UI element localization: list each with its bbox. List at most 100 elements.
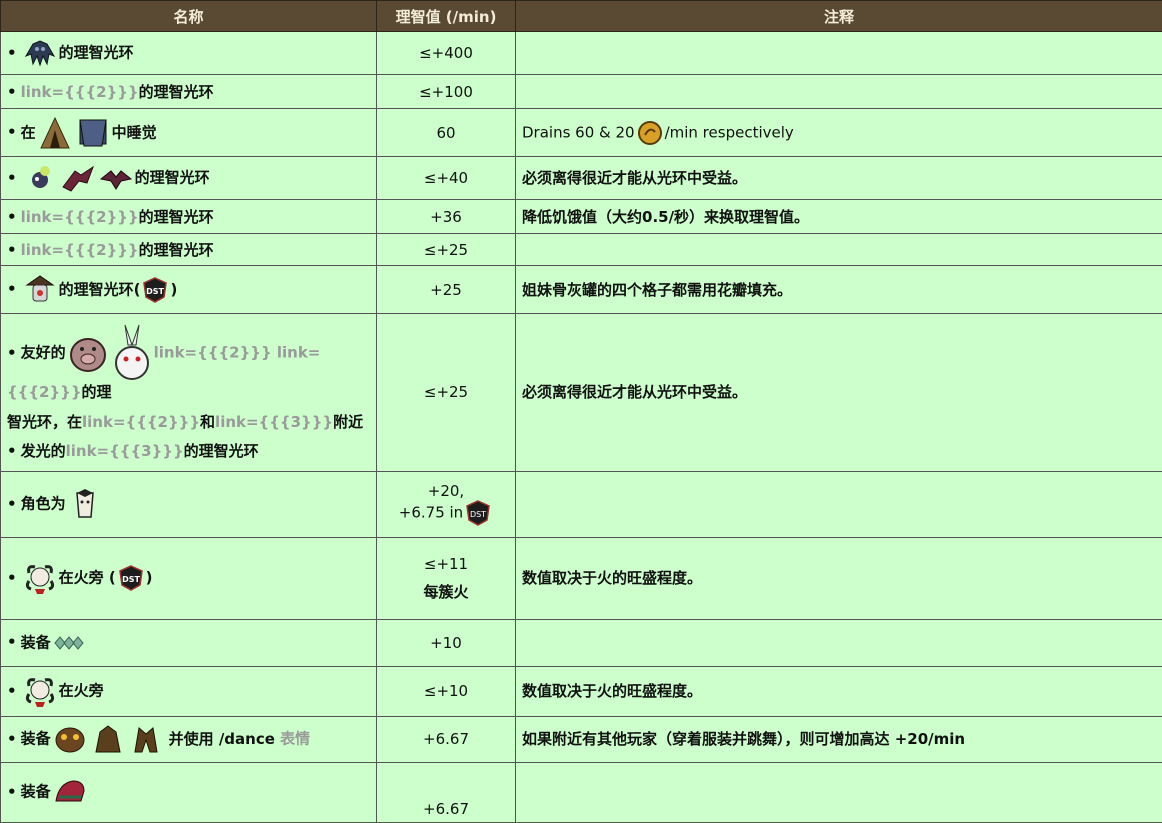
table-row: •在中睡觉 60 Drains 60 & 20/min respectively xyxy=(1,109,1162,157)
row-prefix: 角色为 xyxy=(21,495,66,513)
table-row: •在火旁 (DST) ≤+11 每簇火 数值取决于火的旺盛程度。 xyxy=(1,537,1162,619)
template-link[interactable]: link={{{2}}} xyxy=(82,413,200,431)
row-text: 智光环，在 xyxy=(7,413,82,431)
name-cell: •在火旁 (DST) xyxy=(1,537,377,619)
template-link[interactable]: link={{{3}}} xyxy=(215,413,333,431)
batilisk-icon[interactable] xyxy=(99,161,133,195)
svg-text:DST: DST xyxy=(122,575,140,584)
bullet: • xyxy=(7,123,17,141)
table-row: •的理智光环 ≤+400 xyxy=(1,32,1162,75)
table-row: •角色为 +20, +6.75 inDST xyxy=(1,471,1162,537)
value-cell: +6.67 xyxy=(377,762,516,822)
sisturn-icon[interactable] xyxy=(23,273,57,307)
row-text: 在火旁 xyxy=(59,682,104,700)
name-cell: •装备 并使用 /dance 表情 xyxy=(1,716,377,762)
template-link[interactable]: link={{{3}}} xyxy=(66,442,184,460)
header-note[interactable]: 注释 xyxy=(516,1,1162,32)
row-text: 的理智光环 xyxy=(139,241,214,259)
tent-icon[interactable] xyxy=(38,116,72,150)
table-row: •的理智光环(DST) +25 姐妹骨灰罐的四个格子都需用花瓣填充。 xyxy=(1,266,1162,314)
row-suffix: 的理智光环 xyxy=(184,442,259,460)
template-link[interactable]: link={{{2}}} xyxy=(21,83,139,101)
note-cell: 必须离得很近才能从光环中受益。 xyxy=(516,314,1162,472)
value-cell: 60 xyxy=(377,109,516,157)
template-link[interactable]: link={{{2}}} xyxy=(154,344,272,362)
costume-legs-icon[interactable] xyxy=(129,722,163,756)
header-name[interactable]: 名称 xyxy=(1,1,377,32)
name-cell: •角色为 xyxy=(1,471,377,537)
note-text-a: Drains 60 & 20 xyxy=(522,123,635,141)
glommer-icon[interactable] xyxy=(23,161,57,195)
value-cell: +10 xyxy=(377,619,516,666)
name-cell: •装备 xyxy=(1,619,377,666)
bullet: • xyxy=(7,280,17,298)
svg-text:DST: DST xyxy=(147,287,165,296)
name-cell: •link={{{2}}}的理智光环 xyxy=(1,200,377,234)
value-line-b: +6.75 inDST xyxy=(383,500,509,526)
dst-badge-icon: DST xyxy=(142,277,168,303)
note-cell: 数值取决于火的旺盛程度。 xyxy=(516,666,1162,716)
value-cell: +25 xyxy=(377,266,516,314)
row-and: 和 xyxy=(200,413,215,431)
pigman-icon[interactable] xyxy=(68,331,108,375)
bullet: • xyxy=(7,783,17,801)
maxwell-icon[interactable] xyxy=(68,487,102,521)
name-cell: • 的理智光环 xyxy=(1,157,377,200)
row-text: 的理智光环 xyxy=(139,83,214,101)
name-line-1: •友好的link={{{2}}} link={{{2}}}的理 xyxy=(7,318,370,408)
garland-icon[interactable] xyxy=(53,626,87,660)
garland-hat-icon[interactable] xyxy=(53,775,87,809)
bullet: • xyxy=(7,83,17,101)
row-text: 的理智光环 xyxy=(135,169,210,187)
row-text: 的理智光环 xyxy=(139,208,214,226)
value-cell: ≤+40 xyxy=(377,157,516,200)
value-cell: ≤+25 xyxy=(377,314,516,472)
willow-icon[interactable] xyxy=(23,561,57,595)
dst-badge-icon: DST xyxy=(118,565,144,591)
sanity-table: 名称 理智值 (/min) 注释 •的理智光环 ≤+400 •link={{{2… xyxy=(0,0,1162,823)
value-cell: +6.67 xyxy=(377,716,516,762)
willow-icon[interactable] xyxy=(23,674,57,708)
row-prefix: 在 xyxy=(21,123,36,141)
bunnyman-icon[interactable] xyxy=(112,323,152,383)
header-value[interactable]: 理智值 (/min) xyxy=(377,1,516,32)
crawling-horror-icon[interactable] xyxy=(23,36,57,70)
note-cell xyxy=(516,619,1162,666)
bullet: • xyxy=(7,241,17,259)
table-row: •在火旁 ≤+10 数值取决于火的旺盛程度。 xyxy=(1,666,1162,716)
template-link[interactable]: 表情 xyxy=(280,730,310,748)
note-cell xyxy=(516,471,1162,537)
bullet: • xyxy=(7,44,17,62)
row-prefix: 装备 xyxy=(21,730,51,748)
note-cell: 姐妹骨灰罐的四个格子都需用花瓣填充。 xyxy=(516,266,1162,314)
name-line-2: 智光环，在link={{{2}}}和link={{{3}}}附近 xyxy=(7,408,370,438)
template-link[interactable]: link={{{2}}} xyxy=(21,241,139,259)
name-cell: •友好的link={{{2}}} link={{{2}}}的理 智光环，在lin… xyxy=(1,314,377,472)
row-near: 附近 xyxy=(333,413,363,431)
row-suffix: 的理 xyxy=(82,383,112,401)
costume-body-icon[interactable] xyxy=(91,722,125,756)
header-row: 名称 理智值 (/min) 注释 xyxy=(1,1,1162,32)
note-cell xyxy=(516,762,1162,822)
value-cell: ≤+400 xyxy=(377,32,516,75)
table-row: •link={{{2}}}的理智光环 ≤+25 xyxy=(1,234,1162,266)
table-row: •link={{{2}}}的理智光环 ≤+100 xyxy=(1,75,1162,109)
value-cell: ≤+100 xyxy=(377,75,516,109)
note-cell: 必须离得很近才能从光环中受益。 xyxy=(516,157,1162,200)
costume-head-icon[interactable] xyxy=(53,722,87,756)
siesta-lean-to-icon[interactable] xyxy=(76,116,110,150)
row-prefix: 装备 xyxy=(21,783,51,801)
value-line-a: ≤+11 xyxy=(383,555,509,583)
table-row: •link={{{2}}}的理智光环 +36 降低饥饿值（大约0.5/秒）来换取… xyxy=(1,200,1162,234)
bullet: • xyxy=(7,569,17,587)
dragonfly-icon[interactable] xyxy=(61,161,95,195)
template-link[interactable]: link={{{2}}} xyxy=(21,208,139,226)
name-cell: •在火旁 xyxy=(1,666,377,716)
table-row: •装备 +10 xyxy=(1,619,1162,666)
bullet: • xyxy=(7,730,17,748)
table-row: • 的理智光环 ≤+40 必须离得很近才能从光环中受益。 xyxy=(1,157,1162,200)
row-text: 并使用 /dance xyxy=(169,730,275,748)
bullet: • xyxy=(7,495,17,513)
bullet: • xyxy=(7,344,17,362)
bullet: • xyxy=(7,169,17,187)
